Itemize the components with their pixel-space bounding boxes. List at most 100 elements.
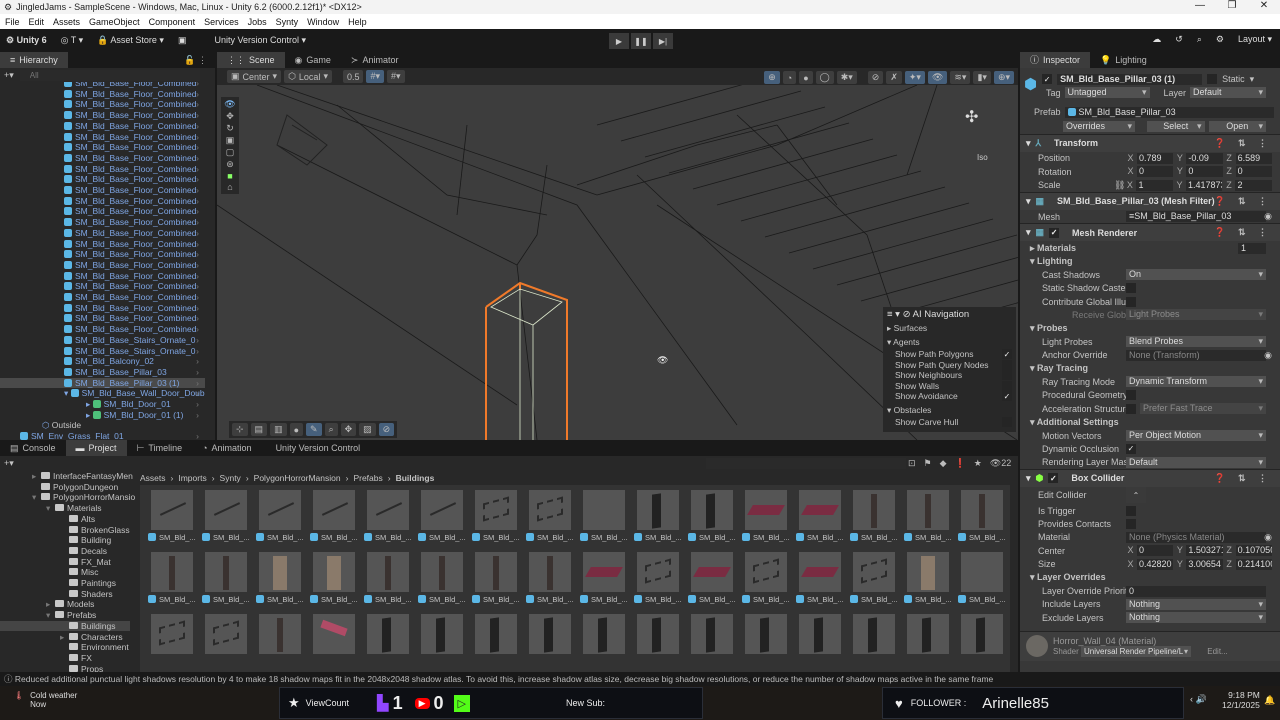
step-button[interactable]: ▶| (653, 33, 673, 49)
custom-tool-icon[interactable]: ⌂ (227, 182, 232, 192)
search-by-type-icon[interactable]: ⊡ (908, 458, 916, 469)
collider-tool-icon[interactable]: ■ (227, 171, 232, 181)
asset-item[interactable]: SM_Bld_... (742, 490, 790, 542)
hierarchy-item[interactable]: SM_Bld_Base_Pillar_03 › (0, 367, 205, 378)
shader-edit-button[interactable]: Edit... (1207, 647, 1227, 656)
expand-arrow-icon[interactable]: ▸ (86, 399, 93, 409)
foldout-lighting[interactable]: ▾ Lighting (1024, 256, 1280, 267)
tab-unity-version-control[interactable]: Unity Version Control (262, 440, 371, 456)
component-enabled-checkbox[interactable]: ✓ (1048, 473, 1059, 484)
component-enabled-checkbox[interactable]: ✓ (1049, 227, 1060, 238)
asset-item[interactable]: SM_Bld_... (850, 490, 898, 542)
vector-y-input[interactable]: 0 (1186, 166, 1223, 178)
cloud-icon[interactable]: ☁ (1152, 34, 1161, 45)
shader-dropdown[interactable]: Universal Render Pipeline/L (1081, 645, 1192, 657)
foldout-arrow-icon[interactable]: ▸ (60, 632, 69, 643)
asset-item[interactable] (526, 614, 574, 654)
asset-store-button[interactable]: 🔒 Asset Store ▾ (97, 35, 164, 46)
open-prefab-chevron-icon[interactable]: › (196, 206, 199, 217)
asset-item[interactable]: SM_Bld_... (364, 552, 412, 604)
tab-console[interactable]: ▤ Console (0, 440, 66, 456)
dropdown[interactable]: Per Object Motion (1126, 430, 1266, 441)
open-prefab-chevron-icon[interactable]: › (196, 82, 199, 89)
ai-nav-section-obstacles[interactable]: ▾ Obstacles (887, 405, 1012, 416)
asset-item[interactable]: SM_Bld_... (202, 552, 250, 604)
breadcrumb-item[interactable]: PolygonHorrorMansion (254, 473, 341, 483)
asset-item[interactable]: SM_Bld_... (634, 552, 682, 604)
hierarchy-item[interactable]: SM_Bld_Base_Floor_Combined › (0, 185, 205, 196)
foldout-arrow-icon[interactable]: ▾ (32, 492, 41, 503)
overrides-dropdown[interactable]: Overrides (1063, 120, 1135, 132)
grid-visibility-button[interactable]: #▾ (387, 70, 405, 83)
tab-inspector[interactable]: ⓘ Inspector (1020, 52, 1091, 68)
open-prefab-chevron-icon[interactable]: › (196, 132, 199, 143)
object-picker-icon[interactable]: ◉ (1264, 350, 1272, 361)
open-prefab-chevron-icon[interactable]: › (196, 185, 199, 196)
tab-timeline[interactable]: ⊢ Timeline (127, 440, 193, 456)
foldout-ray-tracing[interactable]: ▾ Ray Tracing (1024, 363, 1280, 374)
object-field[interactable]: ≡SM_Bld_Base_Pillar_03 (1126, 211, 1266, 223)
project-search-input[interactable] (706, 457, 906, 469)
debug-draw-mode-button[interactable]: ✱▾ (836, 71, 857, 84)
account-button[interactable]: ⚙ Unity 6 (6, 35, 47, 46)
vector-z-input[interactable]: 6.589 (1235, 152, 1272, 164)
tab-scene[interactable]: ⋮⋮ Scene (217, 52, 285, 68)
overlay-tool-9[interactable]: ⊘ (378, 423, 395, 436)
hierarchy-item[interactable]: ▸ SM_Bld_Door_01 › (0, 399, 205, 410)
hierarchy-item[interactable]: SM_Bld_Base_Floor_Combined › (0, 217, 205, 228)
foldout-arrow-icon[interactable]: ▸ (32, 471, 41, 482)
component-header-mesh-renderer[interactable]: ▾ ▦ ✓ Mesh Renderer ❓ ⇅ ⋮ (1020, 223, 1280, 242)
asset-item[interactable]: SM_Bld_... (580, 490, 628, 542)
hierarchy-item[interactable]: SM_Bld_Base_Floor_Combined › (0, 89, 205, 100)
material-header[interactable]: Horror_Wall_04 (Material) Shader Univers… (1020, 630, 1280, 661)
vector-x-input[interactable]: 0 (1137, 166, 1174, 178)
foldout-probes[interactable]: ▾ Probes (1024, 323, 1280, 334)
open-prefab-chevron-icon[interactable]: › (196, 110, 199, 121)
orientation-gizmo[interactable]: ✣ (965, 107, 978, 127)
dropdown[interactable]: Blend Probes (1126, 336, 1266, 348)
hidden-packages-count[interactable]: 👁22 (990, 458, 1011, 469)
hierarchy-item[interactable]: SM_Bld_Base_Floor_Combined › (0, 303, 205, 314)
open-prefab-chevron-icon[interactable]: › (196, 174, 199, 185)
foldout-materials[interactable]: ▸ Materials (1024, 243, 1238, 254)
weather-widget[interactable]: 🌡 Cold weather Now (14, 691, 77, 709)
hierarchy-item[interactable]: SM_Bld_Base_Floor_Combined › (0, 313, 205, 324)
option-checkbox[interactable] (1002, 370, 1012, 381)
folder-item[interactable]: ▸ Models (0, 599, 130, 610)
hierarchy-item[interactable]: SM_Bld_Base_Floor_Combined › (0, 153, 205, 164)
folder-item[interactable]: ▾ Materials (0, 503, 130, 514)
open-prefab-chevron-icon[interactable]: › (196, 356, 199, 367)
open-prefab-chevron-icon[interactable]: › (196, 153, 199, 164)
asset-item[interactable]: SM_Bld_... (796, 552, 844, 604)
shaded-mode-button[interactable]: ● (799, 71, 813, 84)
asset-item[interactable]: SM_Bld_... (526, 552, 574, 604)
hierarchy-item[interactable]: ⬡ Outside (0, 420, 205, 431)
menu-window[interactable]: Window (307, 17, 339, 27)
asset-item[interactable] (634, 614, 682, 654)
overlay-tool-1[interactable]: ⊹ (232, 423, 248, 436)
asset-item[interactable]: SM_Bld_... (904, 490, 952, 542)
notification-icon[interactable]: 🔔 (1264, 695, 1275, 706)
favorite-icon[interactable]: ★ (974, 458, 982, 469)
asset-item[interactable]: SM_Bld_... (256, 490, 304, 542)
edit-collider-button[interactable]: ⌃ (1126, 487, 1146, 504)
select-button[interactable]: Select (1147, 120, 1205, 132)
open-prefab-chevron-icon[interactable]: › (196, 196, 199, 207)
component-header-transform[interactable]: ▾ ⅄ Transform ❓ ⇅ ⋮ (1020, 133, 1280, 152)
tab-project[interactable]: ▬ Project (65, 440, 127, 456)
asset-item[interactable]: SM_Bld_... (472, 490, 520, 542)
component-menu-icon[interactable]: ❓ ⇅ ⋮ (1214, 138, 1272, 149)
folder-item[interactable]: Misc (0, 567, 130, 578)
foldout-additional-settings[interactable]: ▾ Additional Settings (1024, 417, 1280, 428)
open-prefab-chevron-icon[interactable]: › (196, 121, 199, 132)
hierarchy-item[interactable]: SM_Bld_Base_Stairs_Ornate_0 › (0, 335, 205, 346)
menu-jobs[interactable]: Jobs (248, 17, 267, 27)
folder-item[interactable]: PolygonDungeon (0, 482, 130, 493)
scale-tool-icon[interactable]: ▣ (226, 135, 235, 146)
hierarchy-item[interactable]: SM_Bld_Base_Stairs_Ornate_0 › (0, 346, 205, 357)
checkbox[interactable] (1126, 519, 1136, 530)
expand-arrow-icon[interactable]: ▸ (86, 410, 93, 420)
overlay-tool-7[interactable]: ✥ (340, 423, 357, 436)
2d-toggle-button[interactable]: ⊘ (867, 71, 884, 84)
clock[interactable]: 9:18 PM 12/1/2025 (1222, 690, 1260, 710)
